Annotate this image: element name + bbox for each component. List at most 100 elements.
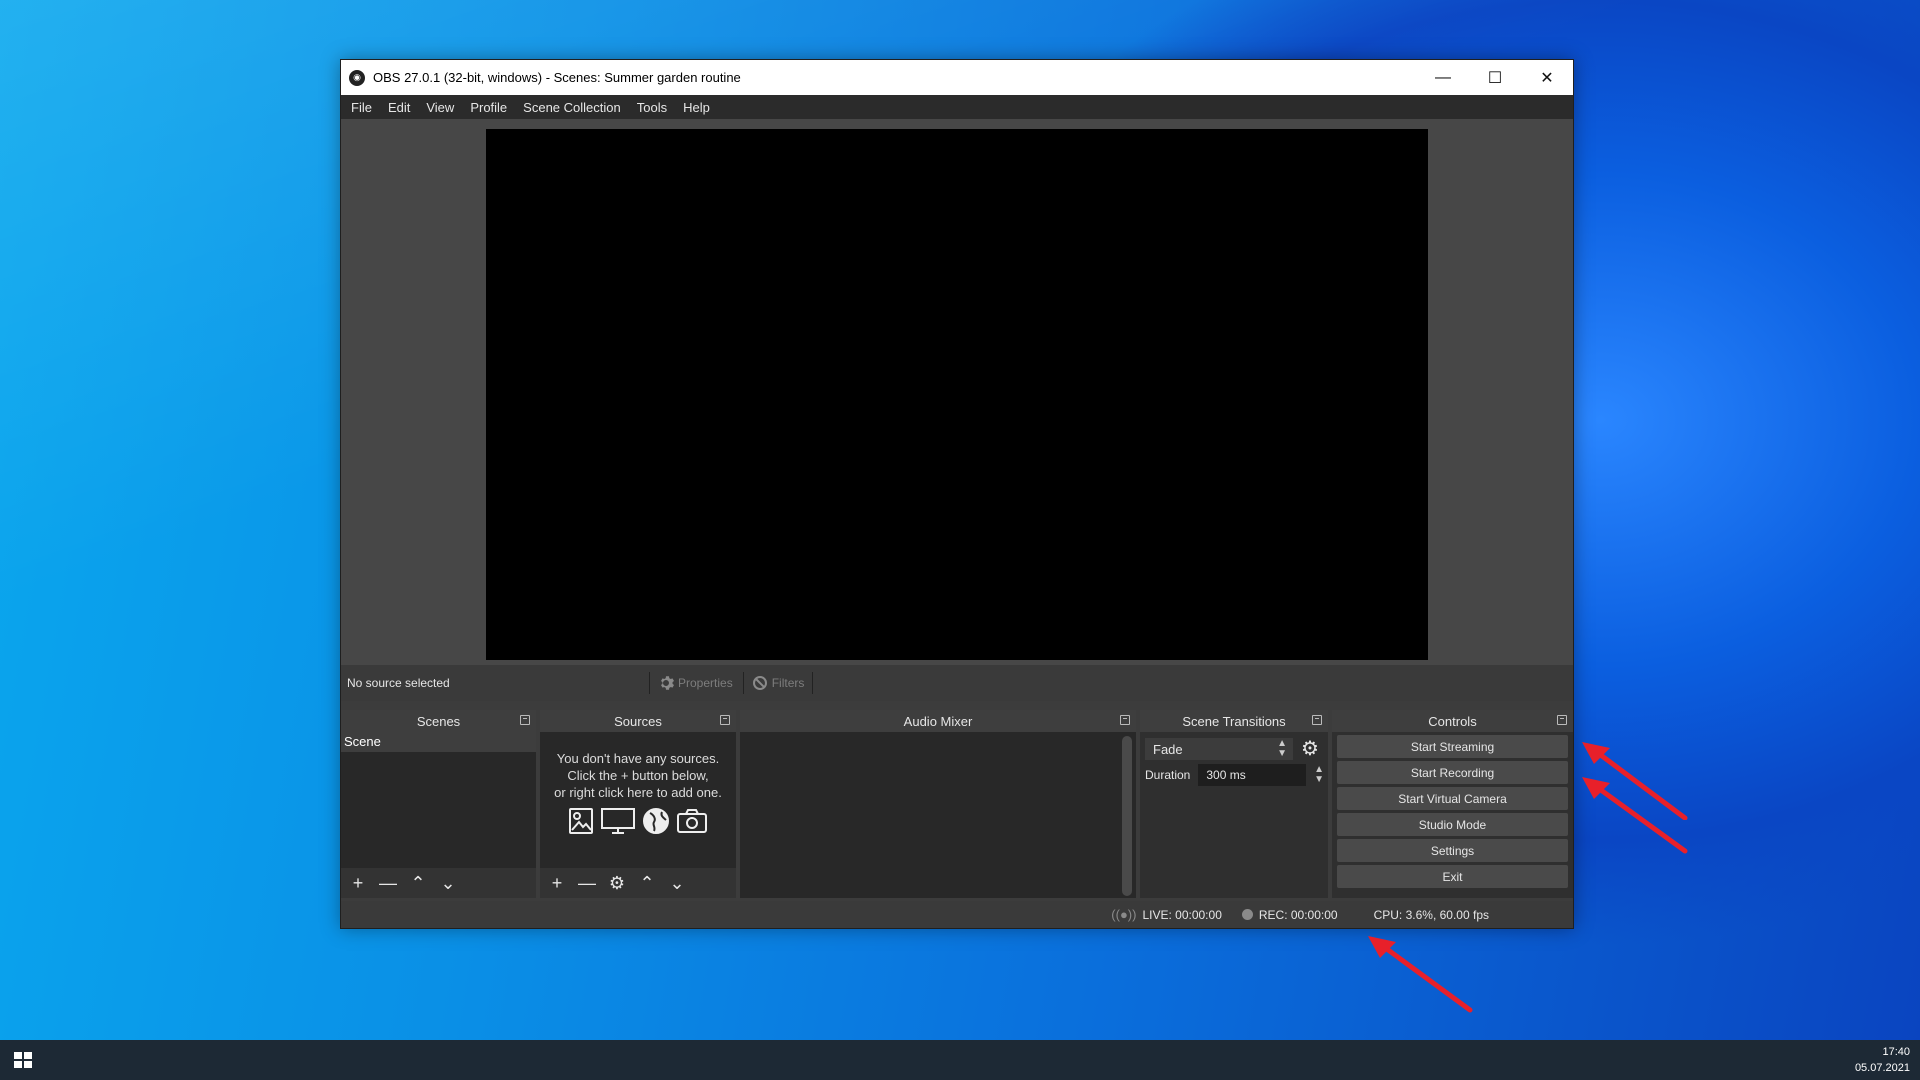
sources-dock-header: Sources xyxy=(540,710,736,732)
menu-file[interactable]: File xyxy=(345,100,382,115)
scenes-toolbar: + — ⌃ ⌄ xyxy=(341,868,536,898)
move-down-icon[interactable]: ⌄ xyxy=(439,873,457,894)
properties-label: Properties xyxy=(678,676,733,690)
divider xyxy=(742,672,744,694)
undock-icon[interactable] xyxy=(720,715,730,725)
scene-transitions-dock: Scene Transitions Fade ▲ ▼ ⚙ Duration 300… xyxy=(1140,710,1328,898)
image-icon xyxy=(569,808,593,834)
filter-icon xyxy=(752,676,767,690)
obs-window: ◉ OBS 27.0.1 (32-bit, windows) - Scenes:… xyxy=(340,59,1574,929)
start-streaming-button[interactable]: Start Streaming xyxy=(1337,735,1568,758)
audio-mixer-dock: Audio Mixer xyxy=(740,710,1136,898)
sources-empty-hint: You don't have any sources. Click the + … xyxy=(540,732,736,835)
audio-mixer-body xyxy=(740,732,1136,898)
menu-help[interactable]: Help xyxy=(677,100,720,115)
dock-area: Scenes Scene + — ⌃ ⌄ Sources You don't h… xyxy=(341,710,1573,898)
globe-icon xyxy=(643,808,669,834)
undock-icon[interactable] xyxy=(1120,715,1130,725)
system-clock[interactable]: 17:40 05.07.2021 xyxy=(1855,1044,1910,1076)
clock-date: 05.07.2021 xyxy=(1854,1062,1910,1074)
undock-icon[interactable] xyxy=(1557,715,1567,725)
status-bar: ((●)) LIVE: 00:00:00 REC: 00:00:00 CPU: … xyxy=(341,901,1573,928)
transition-select-value: Fade xyxy=(1153,741,1183,757)
duration-input[interactable]: 300 ms xyxy=(1198,764,1307,786)
scene-transitions-body: Fade ▲ ▼ ⚙ Duration 300 ms ▲ ▼ xyxy=(1140,732,1328,898)
divider xyxy=(812,672,814,694)
audio-mixer-dock-title: Audio Mixer xyxy=(903,713,973,729)
move-up-icon[interactable]: ⌃ xyxy=(638,873,656,894)
title-bar: ◉ OBS 27.0.1 (32-bit, windows) - Scenes:… xyxy=(341,60,1573,95)
add-scene-icon[interactable]: + xyxy=(349,873,367,894)
hint-line: Click the + button below, xyxy=(567,768,709,783)
scene-transitions-dock-title: Scene Transitions xyxy=(1182,713,1286,729)
undock-icon[interactable] xyxy=(520,715,530,725)
annotation-arrow xyxy=(1368,936,1473,1013)
transition-select-row: Fade ▲ ▼ ⚙ xyxy=(1140,732,1328,760)
annotation-arrow xyxy=(1582,742,1688,820)
monitor-icon xyxy=(601,808,635,834)
source-type-icons xyxy=(540,807,736,835)
gear-icon[interactable]: ⚙ xyxy=(1301,739,1319,759)
list-item[interactable]: Scene xyxy=(341,732,536,752)
scene-transitions-dock-header: Scene Transitions xyxy=(1140,710,1328,732)
hint-line: or right click here to add one. xyxy=(554,785,722,800)
settings-button[interactable]: Settings xyxy=(1337,839,1568,862)
close-button[interactable]: ✕ xyxy=(1521,60,1573,95)
live-timer: LIVE: 00:00:00 xyxy=(1142,907,1222,922)
clock-time: 17:40 xyxy=(1882,1046,1910,1058)
studio-mode-button[interactable]: Studio Mode xyxy=(1337,813,1568,836)
preview-canvas[interactable] xyxy=(486,129,1428,660)
taskbar: 17:40 05.07.2021 xyxy=(0,1040,1920,1080)
duration-stepper[interactable]: ▲ ▼ xyxy=(1314,765,1324,785)
filters-button[interactable]: Filters xyxy=(752,675,805,691)
gear-icon[interactable]: ⚙ xyxy=(608,873,626,894)
sources-list[interactable]: You don't have any sources. Click the + … xyxy=(540,732,736,868)
divider xyxy=(649,672,650,694)
move-up-icon[interactable]: ⌃ xyxy=(409,873,427,894)
undock-icon[interactable] xyxy=(1312,715,1322,725)
add-source-icon[interactable]: + xyxy=(548,873,566,894)
maximize-button[interactable]: ☐ xyxy=(1469,60,1521,95)
menu-edit[interactable]: Edit xyxy=(382,100,420,115)
rec-timer: REC: 00:00:00 xyxy=(1258,907,1338,922)
scenes-dock-header: Scenes xyxy=(341,710,536,732)
mixer-scrollbar[interactable] xyxy=(1122,736,1132,896)
source-status: No source selected xyxy=(347,676,450,690)
scenes-dock: Scenes Scene + — ⌃ ⌄ xyxy=(341,710,536,898)
sources-dock: Sources You don't have any sources. Clic… xyxy=(540,710,736,898)
gear-icon xyxy=(661,676,674,690)
menu-tools[interactable]: Tools xyxy=(631,100,677,115)
exit-button[interactable]: Exit xyxy=(1337,865,1568,888)
menu-profile[interactable]: Profile xyxy=(464,100,517,115)
scenes-dock-title: Scenes xyxy=(416,713,461,729)
scenes-list[interactable]: Scene xyxy=(341,732,536,868)
filters-label: Filters xyxy=(771,676,805,690)
menu-scene-collection[interactable]: Scene Collection xyxy=(517,100,631,115)
obs-logo-icon: ◉ xyxy=(349,69,365,86)
duration-label: Duration xyxy=(1145,768,1191,782)
minimize-button[interactable]: — xyxy=(1417,60,1469,95)
windows-start-icon[interactable] xyxy=(14,1052,32,1068)
start-recording-button[interactable]: Start Recording xyxy=(1337,761,1568,784)
start-virtual-camera-button[interactable]: Start Virtual Camera xyxy=(1337,787,1568,810)
move-down-icon[interactable]: ⌄ xyxy=(668,873,686,894)
duration-row: Duration 300 ms ▲ ▼ xyxy=(1140,760,1328,786)
controls-body: Start Streaming Start Recording Start Vi… xyxy=(1332,732,1573,898)
sources-dock-title: Sources xyxy=(614,713,662,729)
properties-button[interactable]: Properties xyxy=(658,675,733,691)
menu-view[interactable]: View xyxy=(420,100,464,115)
source-toolbar: No source selected Properties Filters xyxy=(341,665,1573,701)
broadcast-icon: ((●)) xyxy=(1111,907,1137,922)
remove-source-icon[interactable]: — xyxy=(578,873,596,894)
hint-line: You don't have any sources. xyxy=(556,751,720,766)
menu-bar: File Edit View Profile Scene Collection … xyxy=(341,95,1573,119)
preview-area: No source selected Properties Filters xyxy=(341,119,1573,701)
audio-mixer-dock-header: Audio Mixer xyxy=(740,710,1136,732)
chevron-updown-icon: ▲ ▼ xyxy=(1277,738,1287,759)
remove-scene-icon[interactable]: — xyxy=(379,873,397,894)
transition-select[interactable]: Fade ▲ ▼ xyxy=(1145,738,1293,760)
camera-icon xyxy=(677,809,707,833)
window-title: OBS 27.0.1 (32-bit, windows) - Scenes: S… xyxy=(373,70,741,85)
controls-dock-header: Controls xyxy=(1332,710,1573,732)
record-dot-icon xyxy=(1241,909,1253,920)
